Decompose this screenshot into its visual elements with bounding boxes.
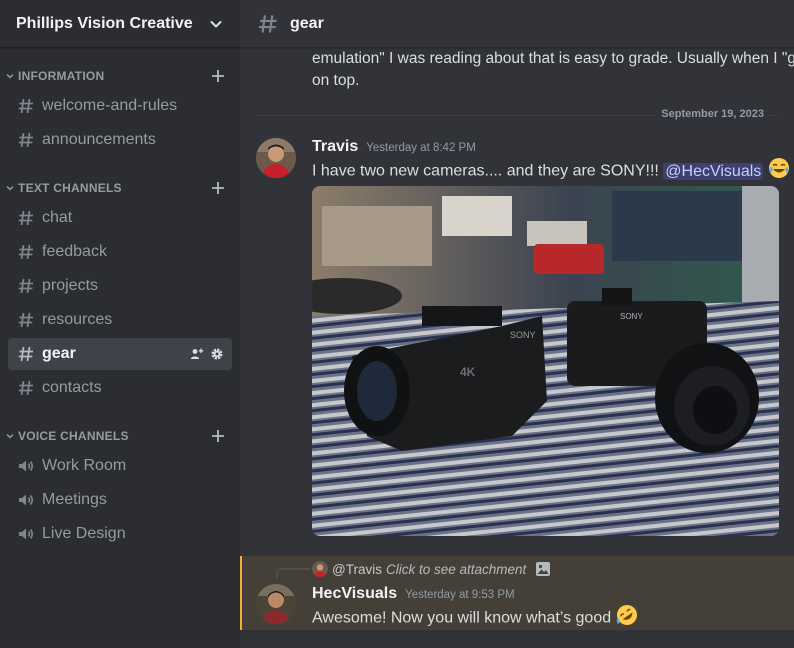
channel-header: gear: [240, 0, 794, 48]
hashtag-icon: [16, 344, 36, 364]
hashtag-icon: [16, 96, 36, 116]
speaker-icon: [16, 524, 36, 544]
reply-content[interactable]: Click to see attachment: [386, 562, 526, 577]
joy-emoji-icon: [768, 157, 790, 186]
chevron-down-icon[interactable]: [208, 16, 224, 32]
voice-channel-live-design[interactable]: Live Design: [8, 518, 232, 550]
add-channel-icon[interactable]: [210, 68, 226, 84]
message-header: Travis Yesterday at 8:42 PM: [312, 138, 476, 156]
add-channel-icon[interactable]: [210, 428, 226, 444]
channel-label: announcements: [42, 131, 156, 148]
hashtag-icon: [16, 310, 36, 330]
message-text: Awesome! Now you will know what’s good: [312, 609, 612, 627]
add-channel-icon[interactable]: [210, 180, 226, 196]
channel-chat[interactable]: chat: [8, 202, 232, 234]
hashtag-icon: [256, 12, 280, 36]
channel-title: gear: [290, 14, 324, 32]
hashtag-icon: [16, 130, 36, 150]
channel-label: welcome-and-rules: [42, 97, 178, 114]
hashtag-icon: [16, 276, 36, 296]
message-timestamp: Yesterday at 8:42 PM: [366, 142, 476, 154]
channel-label: projects: [42, 277, 99, 294]
user-mention[interactable]: @HecVisuals: [663, 162, 764, 180]
message-content: I have two new cameras.... and they are …: [312, 157, 790, 186]
server-name: Phillips Vision Creative: [16, 14, 193, 32]
chat-area: gear emulation" I was reading about that…: [240, 0, 794, 648]
image-attachment[interactable]: SONY 4K SONY: [312, 186, 779, 536]
hashtag-icon: [16, 378, 36, 398]
category-information[interactable]: INFORMATION: [0, 64, 240, 88]
channel-welcome-and-rules[interactable]: welcome-and-rules: [8, 90, 232, 122]
channel-list: INFORMATION welcome-and-rules announceme…: [0, 48, 240, 550]
category-label: TEXT CHANNELS: [18, 181, 122, 195]
date-divider: September 19, 2023: [256, 108, 778, 120]
previous-message-text: emulation" I was reading about that is e…: [312, 48, 794, 92]
attachment-brand-right: SONY: [620, 312, 643, 321]
chevron-down-icon: [6, 71, 16, 81]
message-text: I have two new cameras.... and they are …: [312, 162, 659, 180]
speaker-icon: [16, 490, 36, 510]
invite-user-icon[interactable]: [190, 347, 204, 361]
message-timestamp: Yesterday at 9:53 PM: [405, 589, 515, 601]
reply-reference[interactable]: @Travis Click to see attachment: [312, 560, 552, 578]
avatar[interactable]: [256, 138, 296, 178]
channel-sidebar: Phillips Vision Creative INFORMATION wel…: [0, 0, 240, 648]
hashtag-icon: [16, 242, 36, 262]
rofl-emoji-icon: [616, 604, 638, 633]
channel-label: Live Design: [42, 525, 126, 542]
chevron-down-icon: [6, 183, 16, 193]
channel-projects[interactable]: projects: [8, 270, 232, 302]
date-divider-label: September 19, 2023: [655, 108, 770, 120]
message-content: Awesome! Now you will know what’s good: [312, 604, 638, 633]
channel-label: chat: [42, 209, 73, 226]
channel-label: feedback: [42, 243, 107, 260]
attachment-brand-left: SONY: [510, 330, 536, 340]
channel-gear[interactable]: gear: [8, 338, 232, 370]
message-author[interactable]: HecVisuals: [312, 585, 397, 603]
image-icon: [534, 560, 552, 578]
previous-message-line: emulation" I was reading about that is e…: [312, 50, 794, 67]
reply-connector: [276, 568, 310, 578]
hashtag-icon: [16, 208, 36, 228]
channel-label: resources: [42, 311, 113, 328]
voice-channel-meetings[interactable]: Meetings: [8, 484, 232, 516]
voice-channel-work-room[interactable]: Work Room: [8, 450, 232, 482]
chevron-down-icon: [6, 431, 16, 441]
server-header[interactable]: Phillips Vision Creative: [0, 0, 240, 48]
message-author[interactable]: Travis: [312, 138, 358, 156]
avatar[interactable]: [256, 584, 296, 624]
previous-message-line: on top.: [312, 72, 360, 89]
speaker-icon: [16, 456, 36, 476]
channel-announcements[interactable]: announcements: [8, 124, 232, 156]
channel-resources[interactable]: resources: [8, 304, 232, 336]
channel-contacts[interactable]: contacts: [8, 372, 232, 404]
attachment-badge: 4K: [460, 365, 476, 379]
channel-feedback[interactable]: feedback: [8, 236, 232, 268]
message-header: HecVisuals Yesterday at 9:53 PM: [312, 585, 515, 603]
highlight-bar: [240, 556, 242, 630]
category-voice-channels[interactable]: VOICE CHANNELS: [0, 424, 240, 448]
channel-actions: [190, 347, 224, 361]
channel-label: Work Room: [42, 457, 127, 474]
gear-icon[interactable]: [210, 347, 224, 361]
reply-avatar: [312, 561, 328, 577]
category-label: VOICE CHANNELS: [18, 429, 129, 443]
channel-label: gear: [42, 345, 76, 362]
category-text-channels[interactable]: TEXT CHANNELS: [0, 176, 240, 200]
category-label: INFORMATION: [18, 69, 105, 83]
reply-author[interactable]: @Travis: [332, 562, 382, 577]
channel-label: contacts: [42, 379, 102, 396]
channel-label: Meetings: [42, 491, 107, 508]
